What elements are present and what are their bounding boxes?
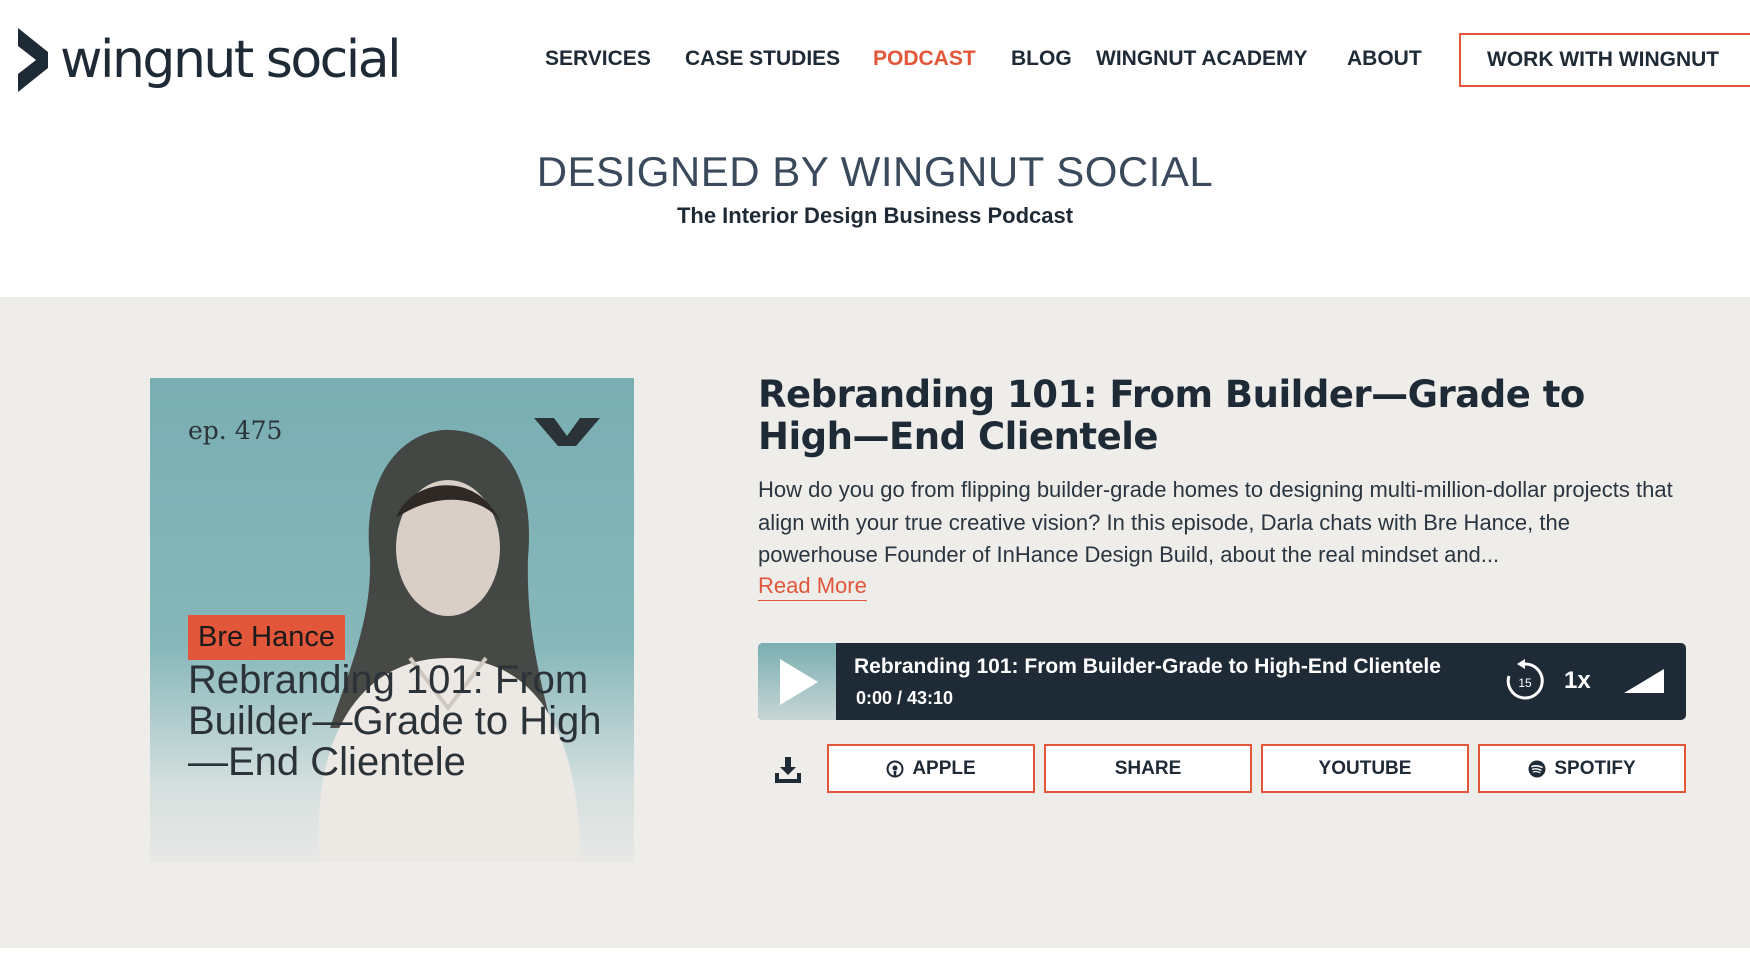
page-title: DESIGNED BY WINGNUT SOCIAL [536,148,1214,195]
episode-description: How do you go from flipping builder-grad… [758,477,1673,567]
podcast-icon [886,760,904,777]
share-button[interactable]: SHARE [1044,744,1252,793]
read-more-link[interactable]: Read More [758,572,867,601]
youtube-button-label: YOUTUBE [1318,757,1412,779]
playback-speed-button[interactable]: 1x [1564,667,1591,695]
player-time: 0:00 / 43:10 [856,688,954,708]
work-with-wingnut-button[interactable]: WORK WITH WINGNUT [1459,33,1750,87]
spotify-icon [1528,760,1546,777]
skip-back-15-icon[interactable]: 15 [1502,658,1548,704]
cover-episode-number: ep. 475 [188,416,283,445]
nav-wingnut-academy[interactable]: WINGNUT ACADEMY [1096,47,1308,71]
volume-icon[interactable] [1624,669,1664,693]
nav-services[interactable]: SERVICES [545,47,651,71]
play-icon[interactable] [780,659,818,705]
download-icon[interactable] [773,755,803,785]
apple-podcasts-button[interactable]: APPLE [827,744,1035,793]
spotify-button[interactable]: SPOTIFY [1478,744,1686,793]
nav-case-studies[interactable]: CASE STUDIES [685,47,840,71]
player-thumbnail [758,643,836,720]
episode-title[interactable]: Rebranding 101: From Builder—Grade to Hi… [758,374,1688,458]
cover-guest-name: Bre Hance [188,615,346,660]
nav-about[interactable]: ABOUT [1347,47,1422,71]
logo-text: wingnut social [60,30,402,90]
spotify-button-label: SPOTIFY [1554,757,1636,779]
nav-podcast[interactable]: PODCAST [873,47,976,71]
site-header: wingnut social SERVICES CASE STUDIES POD… [0,0,1750,120]
apple-button-label: APPLE [912,757,976,779]
logo[interactable]: wingnut social [18,28,402,92]
youtube-button[interactable]: YOUTUBE [1261,744,1469,793]
skip-seconds-label: 15 [1518,676,1532,690]
page-subtitle: The Interior Design Business Podcast [676,203,1074,228]
player-episode-title: Rebranding 101: From Builder-Grade to Hi… [854,655,1441,678]
share-button-label: SHARE [1114,757,1182,779]
nav-blog[interactable]: BLOG [1011,47,1072,71]
cover-episode-title: Rebranding 101: From Builder—Grade to Hi… [188,658,602,784]
episode-cover-art: ep. 475 Bre Hance Rebranding 101: From B… [150,378,634,862]
logo-chevron-icon [18,28,48,92]
audio-player: Rebranding 101: From Builder-Grade to Hi… [758,643,1686,720]
